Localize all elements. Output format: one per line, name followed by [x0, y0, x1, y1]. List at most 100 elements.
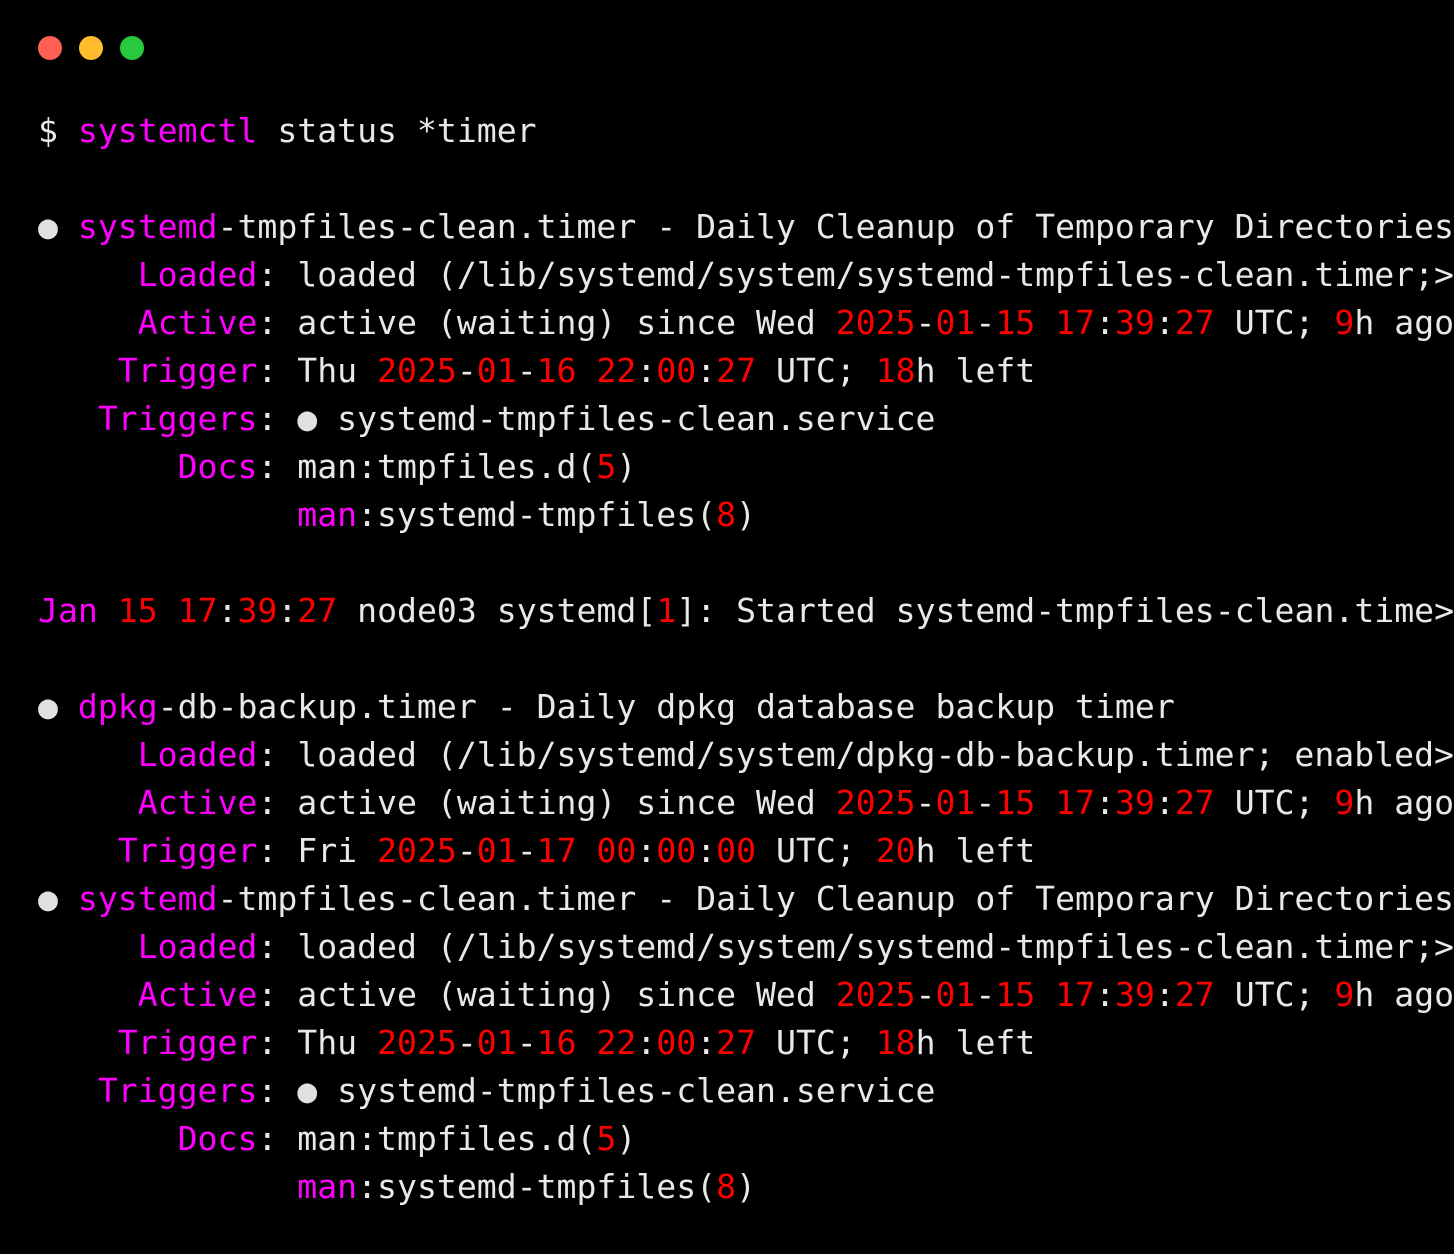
terminal-token: UTC;: [756, 351, 876, 390]
terminal-token: : loaded (/lib/systemd/system/systemd-tm…: [257, 255, 1454, 294]
terminal-window: $ systemctl status *timer ● systemd-tmpf…: [0, 0, 1454, 1254]
terminal-token: Active: [137, 303, 258, 342]
terminal-token: systemd: [77, 879, 218, 918]
terminal-line-unit1-triggers: Triggers: ● systemd-tmpfiles-clean.servi…: [38, 395, 1454, 443]
terminal-token: 27: [716, 1023, 757, 1062]
terminal-token: 00: [596, 831, 637, 870]
terminal-token: man: [297, 1167, 358, 1206]
terminal-token: ): [736, 1167, 756, 1206]
window-titlebar: [0, 0, 1454, 96]
terminal-token: 5: [596, 1119, 617, 1158]
terminal-token: Trigger: [117, 351, 258, 390]
terminal-token: :: [1095, 303, 1116, 342]
terminal-token: -: [516, 1023, 537, 1062]
terminal-token: h ago: [1354, 303, 1454, 342]
terminal-token: -: [456, 351, 477, 390]
terminal-token: :systemd-tmpfiles(: [357, 495, 717, 534]
terminal-token: 00: [656, 831, 697, 870]
terminal-line-unit3-loaded: Loaded: loaded (/lib/systemd/system/syst…: [38, 923, 1454, 971]
terminal-token: UTC;: [1214, 783, 1335, 822]
terminal-line-unit1-active: Active: active (waiting) since Wed 2025-…: [38, 299, 1454, 347]
terminal-token: -tmpfiles-clean.timer - Daily Cleanup of…: [217, 207, 1454, 246]
terminal-token: 8: [716, 495, 737, 534]
terminal-token: systemd-tmpfiles-clean.service: [317, 399, 936, 438]
terminal-token: :: [1154, 975, 1175, 1014]
terminal-token: 39: [1115, 975, 1155, 1014]
terminal-token: -tmpfiles-clean.timer - Daily Cleanup of…: [217, 879, 1454, 918]
terminal-token: Triggers: [97, 1071, 258, 1110]
terminal-token: 2025: [377, 1023, 457, 1062]
terminal-token: :: [636, 831, 657, 870]
terminal-line-unit3-header: ● systemd-tmpfiles-clean.timer - Daily C…: [38, 875, 1454, 923]
terminal-token: :: [696, 351, 717, 390]
terminal-token: : Thu: [257, 1023, 378, 1062]
terminal-token: 17: [1055, 303, 1096, 342]
terminal-line-unit3-docs: Docs: man:tmpfiles.d(5): [38, 1115, 1454, 1163]
window-maximize-button[interactable]: [120, 36, 144, 60]
terminal-token: 01: [476, 1023, 517, 1062]
window-close-button[interactable]: [38, 36, 62, 60]
terminal-token: :: [1154, 783, 1175, 822]
terminal-line-unit1-header: ● systemd-tmpfiles-clean.timer - Daily C…: [38, 203, 1454, 251]
terminal-line-unit3-docs-2: man:systemd-tmpfiles(8): [38, 1163, 1454, 1211]
terminal-token: systemd: [77, 207, 218, 246]
terminal-token: 1: [656, 591, 677, 630]
status-bullet-icon: ●: [297, 399, 318, 438]
terminal-output[interactable]: $ systemctl status *timer ● systemd-tmpf…: [38, 107, 1454, 1211]
terminal-token: :: [1095, 975, 1116, 1014]
terminal-line-blank-2: [38, 539, 1454, 587]
terminal-token: dpkg: [77, 687, 158, 726]
terminal-token: ): [736, 495, 756, 534]
terminal-token: -: [915, 303, 936, 342]
terminal-line-log-1: Jan 15 17:39:27 node03 systemd[1]: Start…: [38, 587, 1454, 635]
terminal-token: Loaded: [137, 735, 258, 774]
terminal-token: 17: [536, 831, 577, 870]
terminal-token: 01: [476, 351, 517, 390]
terminal-token: h ago: [1354, 783, 1454, 822]
terminal-line-unit2-loaded: Loaded: loaded (/lib/systemd/system/dpkg…: [38, 731, 1454, 779]
terminal-token: $: [38, 111, 78, 150]
window-minimize-button[interactable]: [79, 36, 103, 60]
terminal-token: :: [277, 591, 298, 630]
terminal-line-unit3-trigger: Trigger: Thu 2025-01-16 22:00:27 UTC; 18…: [38, 1019, 1454, 1067]
terminal-token: UTC;: [1214, 975, 1335, 1014]
terminal-token: :: [1095, 783, 1116, 822]
terminal-token: 2025: [835, 783, 916, 822]
terminal-token: Trigger: [117, 831, 258, 870]
terminal-token: 27: [716, 351, 757, 390]
terminal-token: UTC;: [756, 1023, 876, 1062]
terminal-token: 9: [1334, 303, 1355, 342]
terminal-token: : man:tmpfiles.d(: [257, 447, 597, 486]
terminal-token: : Fri: [257, 831, 378, 870]
terminal-token: 16: [536, 1023, 577, 1062]
terminal-token: 01: [935, 303, 976, 342]
terminal-line-unit2-trigger: Trigger: Fri 2025-01-17 00:00:00 UTC; 20…: [38, 827, 1454, 875]
status-bullet-icon: ●: [38, 879, 78, 918]
terminal-token: 00: [716, 831, 757, 870]
terminal-token: UTC;: [756, 831, 876, 870]
terminal-token: 22: [596, 351, 637, 390]
terminal-token: status *timer: [257, 111, 537, 150]
terminal-token: : active (waiting) since Wed: [257, 783, 836, 822]
terminal-token: h left: [915, 351, 1036, 390]
terminal-token: : active (waiting) since Wed: [257, 303, 836, 342]
terminal-token: 27: [1174, 975, 1215, 1014]
terminal-token: : Thu: [257, 351, 378, 390]
terminal-token: 18: [875, 351, 916, 390]
terminal-token: -: [975, 975, 996, 1014]
terminal-token: 39: [1115, 303, 1155, 342]
terminal-token: -: [915, 783, 936, 822]
